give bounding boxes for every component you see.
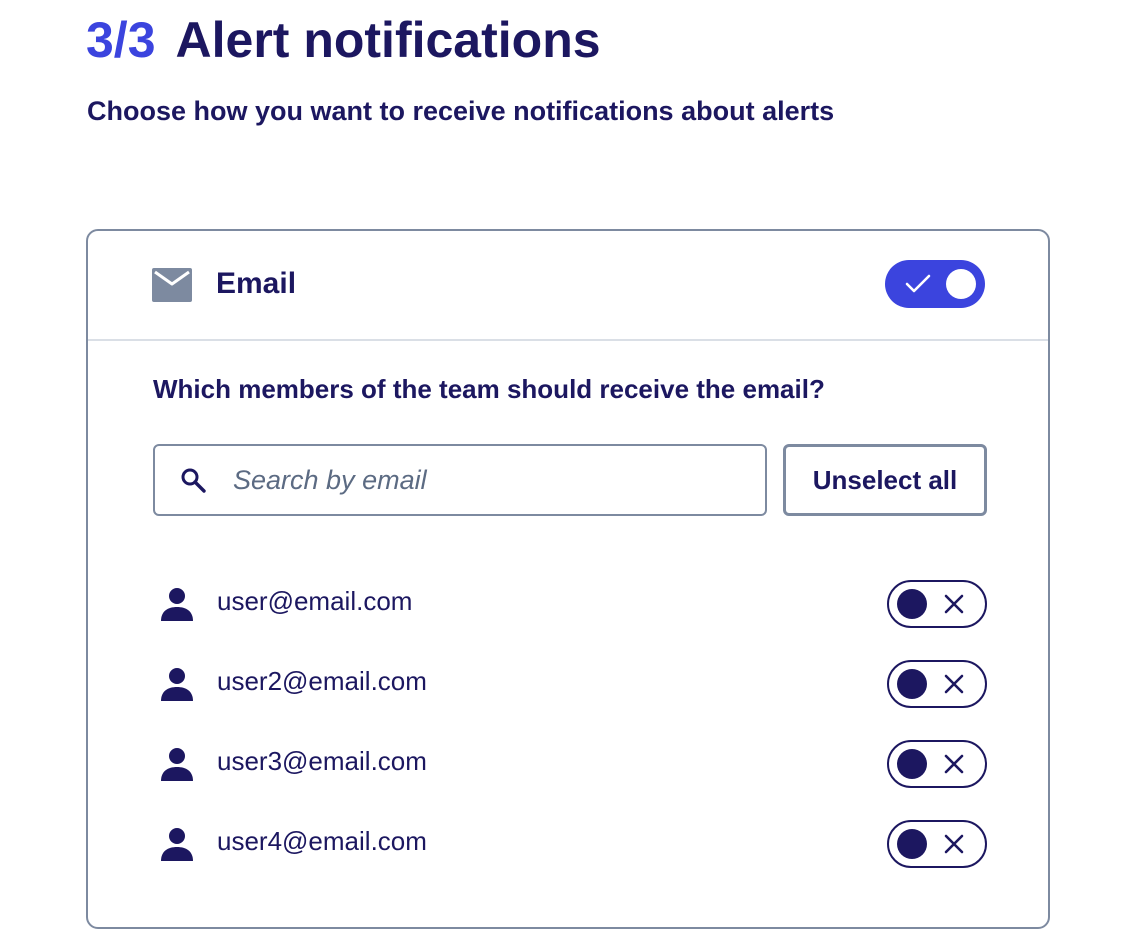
user-icon <box>161 588 193 621</box>
toggle-knob <box>897 749 927 779</box>
user-icon <box>161 748 193 781</box>
email-channel-label: Email <box>216 267 297 300</box>
toggle-knob <box>897 829 927 859</box>
member-email: user4@email.com <box>217 826 427 856</box>
alert-notifications-page: 3/3 Alert notifications Choose how you wa… <box>0 0 1134 942</box>
toggle-knob <box>897 669 927 699</box>
email-channel-header: Email <box>88 231 1048 341</box>
member-toggle[interactable] <box>887 820 987 868</box>
search-icon <box>181 468 206 493</box>
unselect-all-button[interactable]: Unselect all <box>783 444 987 516</box>
member-toggle[interactable] <box>887 740 987 788</box>
check-icon <box>905 274 931 293</box>
user-icon <box>161 828 193 861</box>
member-email: user3@email.com <box>217 746 427 776</box>
toggle-knob <box>946 269 976 299</box>
close-icon <box>944 594 964 614</box>
page-heading: 3/3 Alert notifications <box>86 8 601 72</box>
member-row: user2@email.com <box>88 660 1048 710</box>
user-icon <box>161 668 193 701</box>
step-indicator: 3/3 <box>86 12 156 68</box>
search-field[interactable] <box>153 444 767 516</box>
email-channel-toggle[interactable] <box>885 260 985 308</box>
member-row: user3@email.com <box>88 740 1048 790</box>
close-icon <box>944 754 964 774</box>
mail-icon <box>152 268 192 302</box>
member-row: user4@email.com <box>88 820 1048 870</box>
toggle-knob <box>897 589 927 619</box>
email-channel-card: Email Which members of the team should r… <box>86 229 1050 929</box>
member-toggle[interactable] <box>887 580 987 628</box>
page-subtitle: Choose how you want to receive notificat… <box>87 96 835 126</box>
search-input[interactable] <box>233 454 743 506</box>
close-icon <box>944 674 964 694</box>
page-title: Alert notifications <box>175 12 601 68</box>
member-row: user@email.com <box>88 580 1048 630</box>
member-toggle[interactable] <box>887 660 987 708</box>
member-email: user@email.com <box>217 586 413 616</box>
member-email: user2@email.com <box>217 666 427 696</box>
recipients-question: Which members of the team should receive… <box>153 374 825 404</box>
close-icon <box>944 834 964 854</box>
